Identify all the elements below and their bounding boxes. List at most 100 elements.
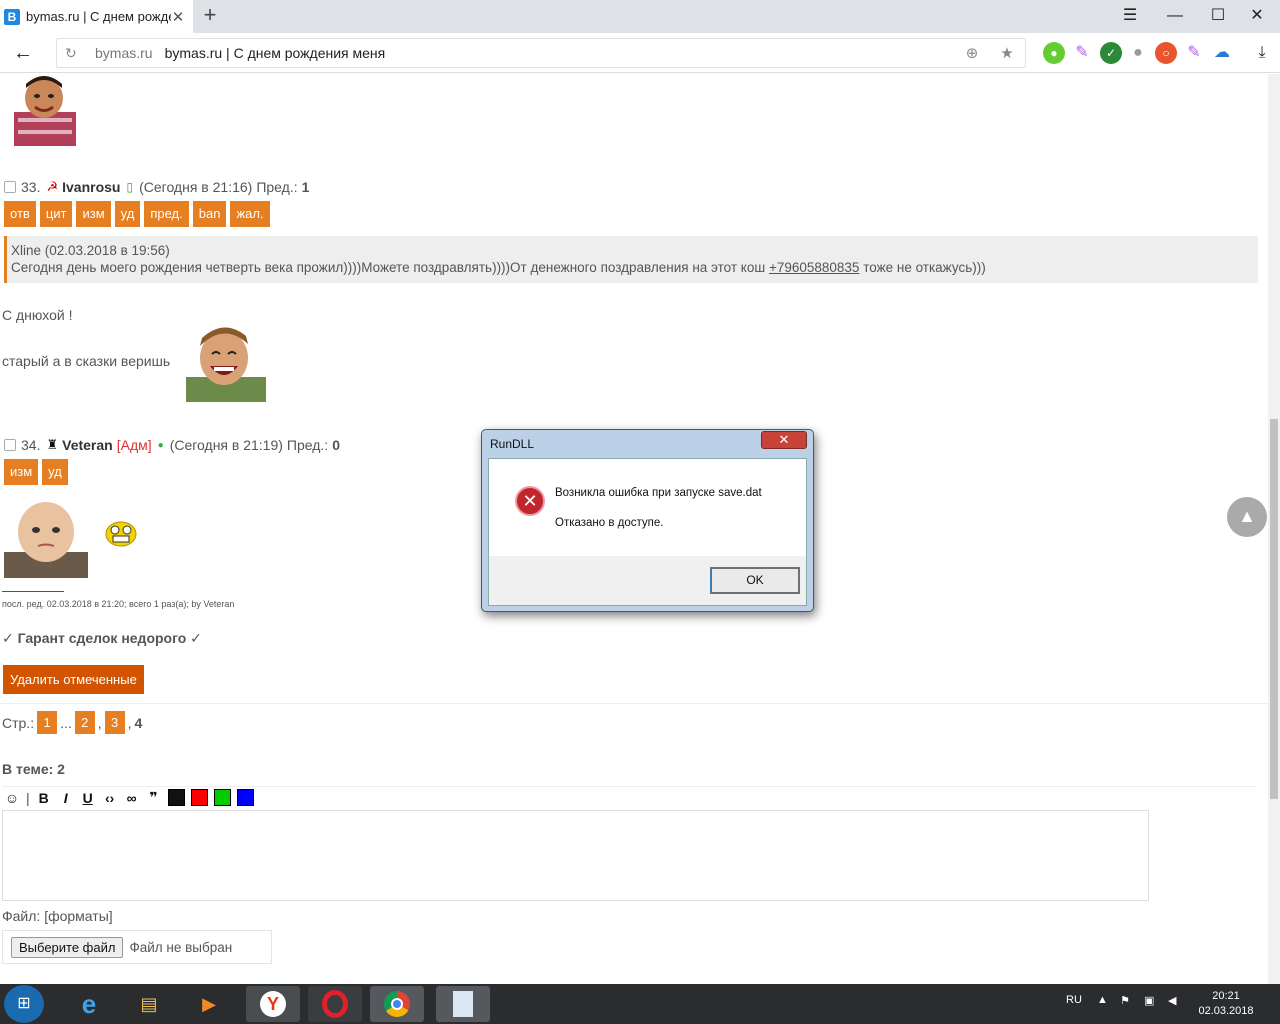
address-bar-row: ← ↻ bymas.ru bymas.ru | С днем рождения … [0, 33, 1280, 73]
opera-icon[interactable] [308, 986, 362, 1022]
post-time: (Сегодня в 21:19) [169, 437, 283, 453]
extension-bulb-icon[interactable]: ● [1127, 42, 1149, 64]
new-tab-button[interactable]: + [199, 4, 221, 28]
ban-button[interactable]: ban [192, 201, 227, 227]
quote-author: Xline (02.03.2018 в 19:56) [11, 243, 170, 258]
page-scrollbar[interactable] [1268, 74, 1280, 984]
user-avatar-image [14, 76, 76, 146]
hammer-sickle-icon: ☭ [46, 179, 59, 194]
mobile-icon: ▯ [126, 180, 134, 194]
clock-time: 20:21 [1212, 990, 1240, 1002]
underline-icon[interactable]: U [80, 790, 96, 806]
quote-button[interactable]: цит [39, 201, 73, 227]
quote-icon[interactable]: ❞ [146, 789, 162, 806]
dialog-message: Возникла ошибка при запуске save.dat [555, 487, 762, 499]
dialog-title: RunDLL [490, 437, 535, 451]
start-button[interactable]: ⊞ [4, 985, 44, 1023]
extension-shield-icon[interactable]: ✓ [1100, 42, 1122, 64]
admin-badge: [Адм] [116, 437, 152, 453]
red-color-swatch[interactable] [190, 789, 208, 806]
post-text: старый а в сказки веришь [2, 353, 171, 369]
post-text: С днюхой ! [2, 307, 73, 323]
file-explorer-icon[interactable]: ▤ [122, 986, 176, 1022]
edit-button[interactable]: изм [4, 459, 39, 485]
media-player-icon[interactable]: ▶ [182, 986, 236, 1022]
file-input: Выберите файл Файл не выбран [2, 930, 272, 964]
choose-file-button[interactable]: Выберите файл [11, 936, 124, 958]
ok-button[interactable]: OK [710, 567, 800, 594]
username[interactable]: Veteran [62, 437, 113, 453]
editor-toolbar: ☺ | B I U ‹› ∞ ❞ [2, 786, 1256, 808]
close-tab-icon[interactable]: ✕ [171, 8, 185, 26]
emoticon-icon [105, 521, 137, 547]
username[interactable]: Ivanrosu [62, 179, 120, 195]
omnibox[interactable]: ↻ bymas.ru bymas.ru | С днем рождения ме… [56, 38, 1026, 68]
chrome-icon[interactable] [370, 986, 424, 1022]
error-dialog: RunDLL ✕ ✕ Возникла ошибка при запуске s… [481, 429, 814, 612]
tab-bar: B bymas.ru | С днем рожде ✕ + ☰ — ☐ ✕ [0, 0, 1280, 33]
blue-color-swatch[interactable] [236, 789, 254, 806]
flag-icon[interactable]: ⚑ [1120, 994, 1130, 1007]
image-icon[interactable] [167, 789, 185, 806]
clock[interactable]: 20:21 02.03.2018 [1196, 989, 1256, 1019]
smiley-icon[interactable]: ☺ [4, 790, 20, 806]
dialog-close-button[interactable]: ✕ [761, 431, 807, 449]
select-checkbox[interactable] [4, 439, 16, 451]
laughing-boy-image [186, 327, 266, 402]
dialog-message-area: ✕ Возникла ошибка при запуске save.dat О… [489, 459, 806, 556]
current-page: 4 [134, 714, 143, 731]
italic-icon[interactable]: I [58, 790, 74, 806]
favicon-icon: B [4, 8, 20, 25]
scroll-to-top-button[interactable]: ▲ [1227, 497, 1267, 537]
extension-green-icon[interactable]: ● [1043, 42, 1065, 64]
tray-expand-icon[interactable]: ▲ [1097, 994, 1108, 1006]
maximize-icon[interactable]: ☐ [1203, 4, 1233, 28]
minimize-icon[interactable]: — [1160, 4, 1190, 28]
quote-text: Сегодня день моего рождения четверть век… [11, 260, 986, 275]
globe-icon[interactable]: ⊕ [962, 44, 982, 64]
bookmark-star-icon[interactable]: ★ [997, 44, 1017, 64]
menu-icon[interactable]: ☰ [1115, 4, 1145, 28]
pred-label: Пред.: [256, 179, 298, 195]
browser-tab[interactable]: B bymas.ru | С днем рожде ✕ [0, 0, 193, 33]
code-icon[interactable]: ‹› [102, 790, 118, 806]
reply-button[interactable]: отв [4, 201, 36, 227]
pred-value: 0 [332, 437, 340, 453]
page-link[interactable]: 1 [37, 711, 58, 734]
language-indicator[interactable]: RU [1066, 994, 1082, 1006]
back-arrow-icon[interactable]: ← [10, 40, 36, 66]
volume-icon[interactable]: ◀ [1168, 994, 1176, 1007]
extension-cloud-icon[interactable]: ☁ [1211, 42, 1233, 64]
bold-icon[interactable]: B [36, 790, 52, 806]
report-button[interactable]: жал. [230, 201, 270, 227]
message-textarea[interactable] [2, 810, 1149, 901]
network-icon[interactable]: ▣ [1144, 994, 1154, 1007]
document-icon[interactable] [436, 986, 490, 1022]
error-icon: ✕ [515, 486, 545, 516]
download-icon[interactable]: ⤓ [1251, 42, 1273, 64]
extension-orange-icon[interactable]: ○ [1155, 42, 1177, 64]
reload-icon[interactable]: ↻ [65, 45, 85, 62]
yandex-browser-icon[interactable]: Y [246, 986, 300, 1022]
internet-explorer-icon[interactable]: e [62, 986, 116, 1022]
select-checkbox[interactable] [4, 181, 16, 193]
phone-link[interactable]: +79605880835 [769, 260, 859, 275]
file-label: Файл: [форматы] [2, 908, 113, 924]
green-color-swatch[interactable] [213, 789, 231, 806]
page-link[interactable]: 3 [104, 711, 125, 734]
extension-feather-icon[interactable]: ✎ [1071, 42, 1093, 64]
windows-taskbar: ⊞ e ▤ ▶ Y RU ▲ ⚑ ▣ ◀ 20:21 02.03.2018 [0, 984, 1280, 1024]
dialog-detail: Отказано в доступе. [555, 517, 664, 529]
page-link[interactable]: 2 [74, 711, 95, 734]
tab-title: bymas.ru | С днем рожде [26, 9, 171, 24]
warn-button[interactable]: пред. [144, 201, 189, 227]
edit-button[interactable]: изм [76, 201, 111, 227]
url-page-title: bymas.ru | С днем рождения меня [164, 45, 386, 61]
post-actions: изм уд [4, 459, 68, 485]
delete-button[interactable]: уд [42, 459, 68, 485]
close-window-icon[interactable]: ✕ [1242, 4, 1272, 28]
delete-button[interactable]: уд [114, 201, 141, 227]
extension-pen-icon[interactable]: ✎ [1183, 42, 1205, 64]
link-icon[interactable]: ∞ [124, 790, 140, 806]
delete-selected-button[interactable]: Удалить отмеченные [3, 665, 144, 694]
